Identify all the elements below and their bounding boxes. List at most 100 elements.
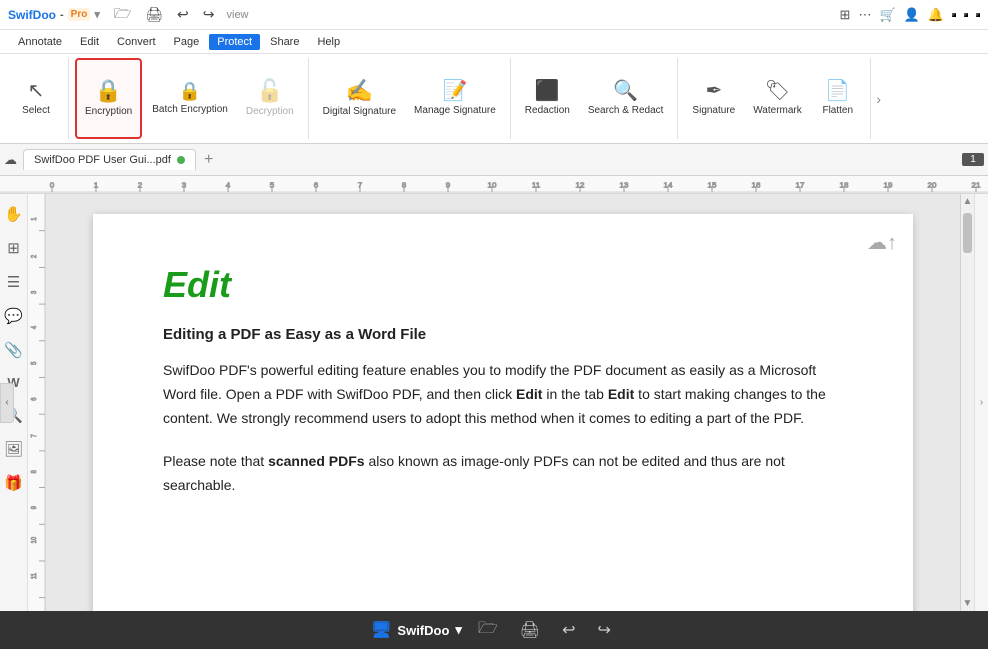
section-title: Editing a PDF as Easy as a Word File: [163, 326, 843, 343]
flatten-button[interactable]: 📄 Flatten: [812, 58, 864, 139]
comments-icon[interactable]: 💬: [1, 304, 26, 328]
pdf-page: ☁↑ Edit Editing a PDF as Easy as a Word …: [93, 214, 913, 611]
manage-signature-button[interactable]: 📝 Manage Signature: [406, 58, 504, 139]
left-panel-collapse[interactable]: ‹: [0, 383, 14, 423]
svg-text:11: 11: [31, 573, 39, 579]
gift-icon[interactable]: 🎁: [1, 471, 26, 495]
title-nav: 🗁 🖨 ↩ ↪ view: [108, 1, 253, 29]
signature-icon: ✒: [705, 81, 722, 101]
bell-icon[interactable]: 🔔: [928, 7, 944, 23]
flatten-label: Flatten: [822, 105, 853, 116]
menu-share[interactable]: Share: [262, 34, 307, 50]
title-bar: SwifDoo-Pro ▾ 🗁 🖨 ↩ ↪ view ⊞ ⋯ 🛒 👤 🔔: [0, 0, 988, 30]
menu-help[interactable]: Help: [309, 34, 348, 50]
decryption-button[interactable]: 🔓 Decryption: [238, 58, 302, 139]
horizontal-ruler: 0 1 2 3 4 5 6 7 8 9 10 11 12 13: [0, 176, 988, 194]
print-icon-btn[interactable]: 🖨: [139, 4, 169, 25]
decryption-icon: 🔓: [256, 80, 283, 102]
images-icon[interactable]: 🖼: [1, 437, 26, 461]
menu-convert[interactable]: Convert: [109, 34, 164, 50]
bottom-logo-icon: 🖥: [371, 620, 391, 640]
bookmarks-icon[interactable]: ☰: [4, 270, 23, 294]
watermark-button[interactable]: 🏷 Watermark: [745, 58, 810, 139]
bottom-brand-label: SwifDoo: [397, 623, 449, 638]
search-redact-label: Search & Redact: [588, 105, 664, 116]
page-number-badge: 1: [962, 153, 984, 166]
attachments-icon[interactable]: 📎: [1, 338, 26, 362]
select-icon: ↖: [28, 81, 45, 101]
svg-text:1: 1: [31, 217, 39, 221]
manage-signature-label: Manage Signature: [414, 105, 496, 116]
menu-edit[interactable]: Edit: [72, 34, 107, 50]
page-heading: Edit: [163, 264, 843, 306]
thumbnails-icon[interactable]: ⊞: [4, 236, 23, 260]
bottom-save-button[interactable]: 🗁: [472, 615, 504, 646]
vertical-ruler: 1 2 3 4 5 6 7 8 9 10 11: [28, 194, 46, 611]
digital-signature-button[interactable]: ✍ Digital Signature: [315, 58, 404, 139]
digital-signature-icon: ✍: [346, 80, 373, 102]
hand-tool-icon[interactable]: ✋: [1, 202, 26, 226]
scrollbar-track[interactable]: [961, 209, 974, 596]
encryption-label: Encryption: [85, 106, 132, 117]
batch-encryption-label: Batch Encryption: [152, 104, 228, 115]
svg-text:6: 6: [31, 397, 39, 401]
scrollbar-thumb[interactable]: [963, 213, 972, 253]
cart-icon[interactable]: 🛒: [879, 7, 895, 23]
maximize-button[interactable]: [964, 13, 968, 17]
toolbar-group-redaction: ⬛ Redaction 🔍 Search & Redact: [511, 58, 679, 139]
add-tab-button[interactable]: +: [198, 151, 219, 169]
view-menu-item[interactable]: view: [223, 7, 253, 23]
signature-label: Signature: [692, 105, 735, 116]
search-redact-button[interactable]: 🔍 Search & Redact: [580, 58, 672, 139]
tab-pdf[interactable]: SwifDoo PDF User Gui...pdf: [23, 149, 196, 170]
body-paragraph-2: Please note that scanned PDFs also known…: [163, 450, 843, 498]
redo-btn[interactable]: ↪: [197, 4, 221, 25]
scroll-up-button[interactable]: ▲: [961, 194, 975, 209]
right-panel-collapse[interactable]: ›: [974, 194, 988, 611]
close-button[interactable]: [976, 13, 980, 17]
redaction-button[interactable]: ⬛ Redaction: [517, 58, 578, 139]
svg-text:8: 8: [31, 470, 39, 474]
redaction-icon: ⬛: [535, 81, 560, 101]
bottom-print-button[interactable]: 🖨: [514, 618, 546, 642]
bottom-brand-dropdown[interactable]: ▾: [455, 622, 462, 638]
toolbar-group-encryption: 🔒 Encryption 🔒 Batch Encryption 🔓 Decryp…: [69, 58, 309, 139]
minimize-button[interactable]: [952, 13, 956, 17]
bottom-redo-button[interactable]: ↪: [592, 618, 617, 642]
tab-status-dot: [177, 156, 185, 164]
vertical-scrollbar[interactable]: ▲ ▼: [960, 194, 974, 611]
user-icon[interactable]: 👤: [904, 7, 920, 23]
svg-text:7: 7: [31, 434, 39, 438]
brand-separator: -: [60, 9, 64, 21]
cloud-upload-icon[interactable]: ☁↑: [867, 230, 897, 255]
svg-text:3: 3: [31, 290, 39, 294]
batch-encryption-button[interactable]: 🔒 Batch Encryption: [144, 58, 236, 139]
brand-dropdown-icon[interactable]: ▾: [94, 8, 100, 21]
svg-text:4: 4: [31, 325, 39, 329]
digital-signature-label: Digital Signature: [323, 106, 396, 117]
bottom-undo-button[interactable]: ↩: [556, 618, 581, 642]
watermark-label: Watermark: [753, 105, 802, 116]
content-area[interactable]: ☁↑ Edit Editing a PDF as Easy as a Word …: [46, 194, 960, 611]
toolbar-scroll-right[interactable]: ›: [871, 58, 887, 139]
encryption-button[interactable]: 🔒 Encryption: [75, 58, 142, 139]
tab-label: SwifDoo PDF User Gui...pdf: [34, 154, 171, 166]
undo-btn[interactable]: ↩: [171, 4, 195, 25]
svg-text:10: 10: [31, 536, 39, 543]
scroll-down-button[interactable]: ▼: [961, 596, 975, 611]
bottom-brand: 🖥 SwifDoo ▾: [371, 620, 462, 640]
save-icon-btn[interactable]: 🗁: [108, 1, 137, 29]
grid-icon[interactable]: ⊞: [840, 7, 851, 23]
menu-annotate[interactable]: Annotate: [10, 34, 70, 50]
select-label: Select: [22, 105, 50, 116]
select-button[interactable]: ↖ Select: [10, 58, 62, 139]
more-icon[interactable]: ⋯: [858, 7, 871, 23]
encryption-icon: 🔒: [95, 80, 122, 102]
tabs-bar: ☁ SwifDoo PDF User Gui...pdf + 1: [0, 144, 988, 176]
brand-pro: Pro: [68, 8, 91, 21]
signature-button[interactable]: ✒ Signature: [684, 58, 743, 139]
menu-protect[interactable]: Protect: [209, 34, 260, 50]
toolbar: ↖ Select 🔒 Encryption 🔒 Batch Encryption…: [0, 54, 988, 144]
menu-page[interactable]: Page: [166, 34, 208, 50]
cloud-icon: ☁: [4, 152, 17, 168]
